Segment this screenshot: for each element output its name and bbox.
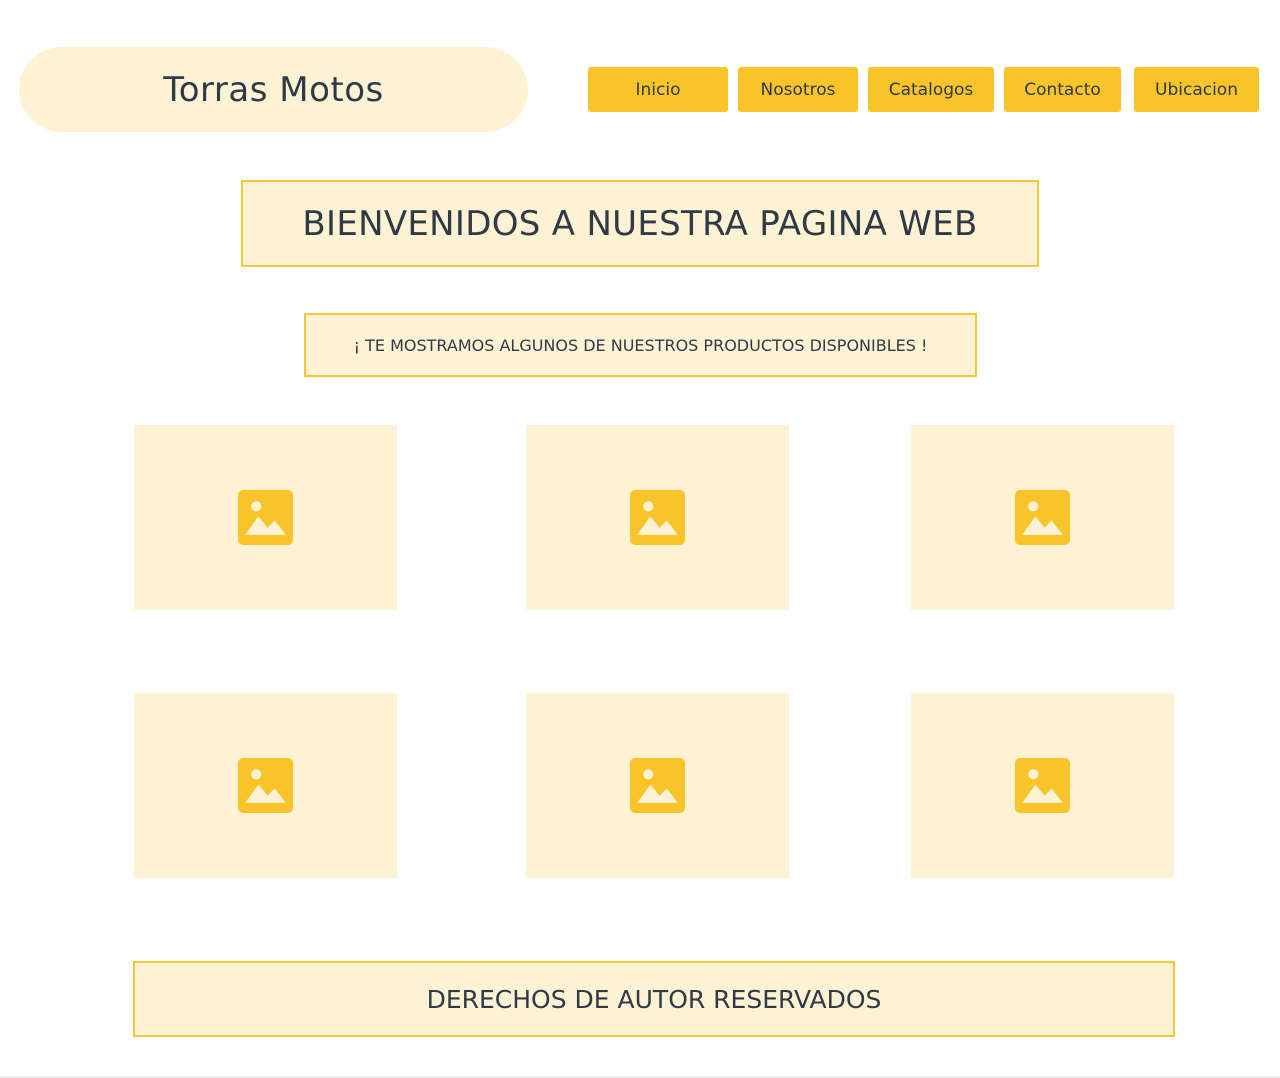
page: Torras Motos Inicio Nosotros Catalogos C… [0,0,1280,1078]
brand-logo[interactable]: Torras Motos [19,47,528,132]
image-placeholder-icon [630,758,685,813]
copyright-text: DERECHOS DE AUTOR RESERVADOS [426,984,882,1014]
welcome-banner: BIENVENIDOS A NUESTRA PAGINA WEB [241,180,1039,267]
nav-nosotros-button[interactable]: Nosotros [738,67,858,112]
image-placeholder-icon [238,490,293,545]
product-card[interactable] [526,693,789,878]
image-placeholder-icon [1015,758,1070,813]
image-placeholder-icon [630,490,685,545]
nav-inicio-button[interactable]: Inicio [588,67,728,112]
welcome-title: BIENVENIDOS A NUESTRA PAGINA WEB [302,203,978,244]
product-card[interactable] [134,425,397,610]
nav-contacto-button[interactable]: Contacto [1004,67,1121,112]
footer: DERECHOS DE AUTOR RESERVADOS [133,961,1175,1037]
products-intro-text: ¡ TE MOSTRAMOS ALGUNOS DE NUESTROS PRODU… [353,335,928,355]
brand-name: Torras Motos [163,69,384,110]
product-card[interactable] [911,425,1174,610]
nav-catalogos-button[interactable]: Catalogos [868,67,994,112]
image-placeholder-icon [1015,490,1070,545]
products-intro: ¡ TE MOSTRAMOS ALGUNOS DE NUESTROS PRODU… [304,313,977,377]
product-card[interactable] [911,693,1174,878]
product-card[interactable] [526,425,789,610]
nav-ubicacion-button[interactable]: Ubicacion [1134,67,1259,112]
image-placeholder-icon [238,758,293,813]
product-card[interactable] [134,693,397,878]
